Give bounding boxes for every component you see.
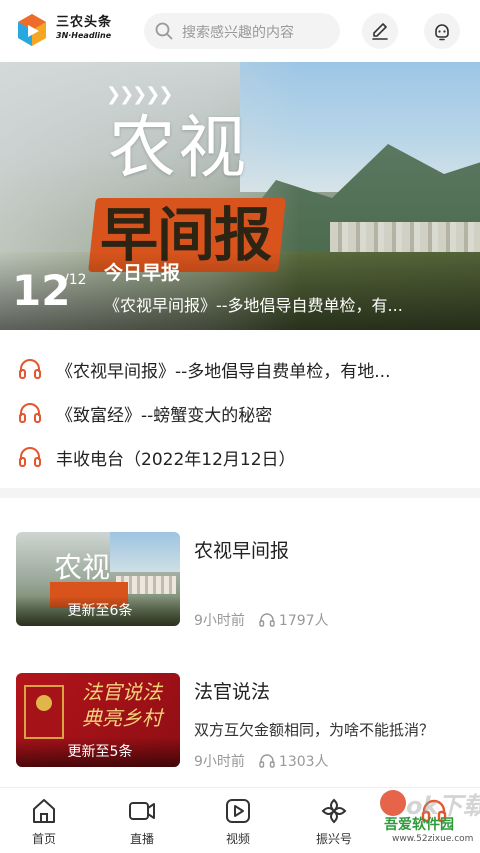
app-logo-text: 三农头条 3N·Headline: [56, 15, 138, 41]
thumb-sky: [110, 532, 180, 572]
thumb-brand: 农视: [54, 551, 111, 584]
audio-item-title: 丰收电台（2022年12月12日）: [56, 450, 296, 470]
top-header: 三农头条 3N·Headline 搜索感兴趣的内容: [0, 0, 480, 62]
thumb-book: [24, 685, 64, 739]
nav-label: 直播: [129, 832, 154, 846]
program-time: 9小时前: [194, 613, 245, 629]
section-divider: [0, 488, 480, 498]
program-listeners: 1303人: [278, 754, 329, 770]
banner-brand-title: 农视: [108, 109, 249, 188]
audio-item-title: 《农视早间报》--多地倡导自费单检，有地...: [56, 362, 391, 382]
nav-live[interactable]: 直播: [102, 796, 182, 850]
play-icon: [226, 799, 250, 823]
nav-label: 首页: [31, 832, 56, 846]
thumb-caption-bar: 更新至6条: [16, 596, 180, 626]
banner-page-total: /12: [64, 272, 87, 288]
search-bar[interactable]: 搜索感兴趣的内容: [144, 13, 340, 49]
watermark-url: www.52zixue.com: [392, 834, 474, 844]
logo-subtitle: 3N·Headline: [56, 31, 112, 40]
program-title: 农视早间报: [194, 540, 290, 562]
program-meta: 9小时前 1797人: [194, 610, 329, 630]
program-listeners: 1797人: [278, 613, 329, 629]
headphones-icon: [259, 754, 275, 768]
emblem-icon: [36, 695, 52, 711]
thumb-calligraphy: 法官说法 典亮乡村: [82, 680, 162, 730]
watermark-site-name: 吾爱软件园: [384, 817, 454, 833]
audio-list-item[interactable]: 《农视早间报》--多地倡导自费单检，有地...: [0, 346, 480, 390]
watermark-badge: [380, 790, 406, 816]
pen-icon: [372, 23, 388, 40]
banner-subtitle: 《农视早间报》--多地倡导自费单检，有...: [104, 296, 403, 315]
nav-home[interactable]: 首页: [4, 796, 84, 850]
nav-label: 振兴号: [315, 832, 352, 846]
app-logo-icon[interactable]: [14, 12, 50, 48]
search-placeholder: 搜索感兴趣的内容: [182, 25, 294, 41]
audio-list-item[interactable]: 丰收电台（2022年12月12日）: [0, 434, 480, 478]
thumb-caption-bar: 更新至5条: [16, 737, 180, 767]
audio-list-item[interactable]: 《致富经》--螃蟹变大的秘密: [0, 390, 480, 434]
headphones-icon: [19, 447, 41, 467]
nav-video[interactable]: 视频: [198, 796, 278, 850]
nav-zhenxing[interactable]: 振兴号: [294, 796, 374, 850]
site-watermark: ok下载 吾爱软件园 www.52zixue.com: [370, 780, 480, 853]
chevrons-icon: ❯❯❯❯❯: [106, 84, 173, 105]
robot-face-icon: [435, 24, 449, 41]
nav-label: 视频: [225, 832, 250, 846]
flower-icon: [321, 798, 347, 824]
banner-page-current: 12: [12, 266, 71, 315]
headphones-icon: [19, 359, 41, 379]
audio-item-title: 《致富经》--螃蟹变大的秘密: [56, 406, 273, 426]
program-card[interactable]: 农视 更新至6条 农视早间报 9小时前 1797人: [0, 532, 480, 652]
logo-title: 三农头条: [56, 15, 113, 30]
thumb-caption: 更新至5条: [67, 744, 133, 760]
featured-banner[interactable]: ❯❯❯❯❯ 农视 早间报 12 /12 今日早报 《农视早间报》--多地倡导自费…: [0, 62, 480, 330]
program-description: 双方互欠金额相同，为啥不能抵消？: [194, 721, 435, 739]
search-icon: [155, 22, 173, 40]
banner-shade: [0, 252, 480, 330]
headphones-icon: [259, 613, 275, 627]
home-icon: [33, 799, 55, 823]
program-thumbnail[interactable]: 法官说法 典亮乡村 更新至5条: [16, 673, 180, 767]
edit-button[interactable]: [362, 13, 398, 49]
profile-button[interactable]: [424, 13, 460, 49]
program-thumbnail[interactable]: 农视 更新至6条: [16, 532, 180, 626]
audio-list: 《农视早间报》--多地倡导自费单检，有地... 《致富经》--螃蟹变大的秘密 丰…: [0, 346, 480, 478]
program-title: 法官说法: [194, 681, 271, 703]
program-card[interactable]: 法官说法 典亮乡村 更新至5条 法官说法 双方互欠金额相同，为啥不能抵消？ 9小…: [0, 673, 480, 793]
thumb-caption: 更新至6条: [67, 603, 133, 619]
program-meta: 9小时前 1303人: [194, 751, 329, 771]
headphones-icon: [19, 403, 41, 423]
banner-title: 今日早报: [104, 262, 181, 284]
program-time: 9小时前: [194, 754, 245, 770]
video-camera-icon: [129, 802, 155, 820]
